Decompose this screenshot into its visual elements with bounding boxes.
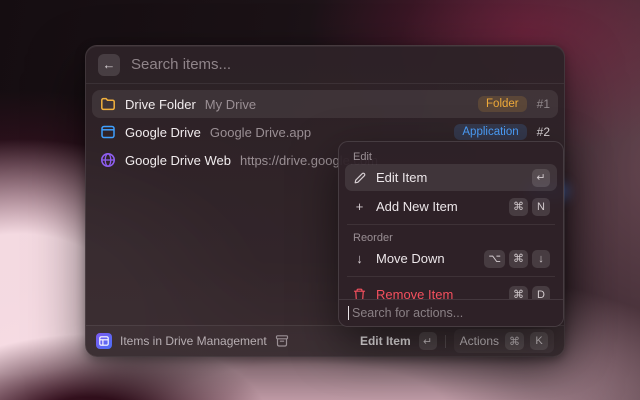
actions-search-input[interactable] bbox=[352, 306, 554, 320]
arrow-down-icon: ↓ bbox=[356, 251, 363, 266]
type-badge: Application bbox=[454, 124, 527, 140]
folder-icon bbox=[100, 96, 116, 112]
item-subtitle: Google Drive.app bbox=[209, 124, 312, 140]
cmd-key-badge: ⌘ bbox=[509, 285, 528, 299]
section-label-reorder: Reorder bbox=[353, 232, 393, 244]
item-rank: #1 bbox=[536, 97, 550, 111]
list-item-drive-folder[interactable]: Drive Folder My Drive Folder #1 bbox=[92, 90, 558, 118]
item-title: Google Drive Web bbox=[125, 152, 231, 168]
type-badge: Folder bbox=[478, 96, 527, 112]
n-key-badge: N bbox=[532, 197, 550, 216]
actions-panel: Edit Edit Item ↵ + Add New Item ⌘ N Reor… bbox=[338, 141, 564, 327]
app-window-icon bbox=[100, 124, 116, 140]
k-key-badge: K bbox=[530, 332, 548, 350]
pencil-icon bbox=[352, 171, 367, 185]
plus-icon: + bbox=[355, 199, 364, 214]
actions-panel-list: Edit Edit Item ↵ + Add New Item ⌘ N Reor… bbox=[339, 142, 563, 299]
panel-divider bbox=[347, 224, 555, 225]
return-key-badge: ↵ bbox=[532, 168, 550, 187]
return-key-badge: ↵ bbox=[418, 332, 437, 350]
action-label: Add New Item bbox=[376, 199, 458, 214]
action-label: Move Down bbox=[376, 251, 445, 266]
primary-action-label[interactable]: Edit Item bbox=[360, 334, 411, 348]
source-label: Items in Drive Management bbox=[120, 334, 267, 348]
down-key-badge: ↓ bbox=[532, 249, 550, 268]
item-title: Google Drive bbox=[125, 124, 201, 140]
trash-icon bbox=[352, 288, 367, 299]
option-key-badge: ⌥ bbox=[484, 249, 505, 268]
search-bar: ← bbox=[86, 46, 564, 84]
d-key-badge: D bbox=[532, 285, 550, 299]
actions-search-bar bbox=[339, 299, 563, 326]
actions-button[interactable]: Actions ⌘ K bbox=[453, 329, 554, 353]
launcher-window: ← Drive Folder My Drive Folder #1 Google… bbox=[85, 45, 568, 357]
action-add-new-item[interactable]: + Add New Item ⌘ N bbox=[345, 193, 557, 220]
back-button[interactable]: ← bbox=[98, 53, 120, 76]
action-remove-item[interactable]: Remove Item ⌘ D bbox=[345, 281, 557, 299]
search-input[interactable] bbox=[131, 56, 552, 73]
panel-divider bbox=[347, 276, 555, 277]
text-caret bbox=[348, 306, 349, 320]
cmd-key-badge: ⌘ bbox=[505, 332, 524, 350]
action-move-down[interactable]: ↓ Move Down ⌥ ⌘ ↓ bbox=[345, 245, 557, 272]
extension-icon bbox=[96, 333, 112, 349]
cmd-key-badge: ⌘ bbox=[509, 197, 528, 216]
item-subtitle: My Drive bbox=[204, 96, 257, 112]
item-title: Drive Folder bbox=[125, 96, 196, 112]
actions-label: Actions bbox=[459, 334, 499, 348]
action-label: Remove Item bbox=[376, 287, 454, 299]
footer-divider bbox=[444, 334, 446, 348]
arrow-left-icon: ← bbox=[102, 57, 116, 72]
footer-bar: Items in Drive Management Edit Item ↵ Ac… bbox=[86, 325, 564, 356]
item-rank: #2 bbox=[536, 125, 550, 139]
cmd-key-badge: ⌘ bbox=[509, 249, 528, 268]
action-edit-item[interactable]: Edit Item ↵ bbox=[345, 164, 557, 191]
action-label: Edit Item bbox=[376, 170, 428, 185]
section-label-edit: Edit bbox=[353, 151, 372, 163]
archive-box-icon bbox=[275, 334, 289, 348]
globe-icon bbox=[100, 152, 116, 168]
